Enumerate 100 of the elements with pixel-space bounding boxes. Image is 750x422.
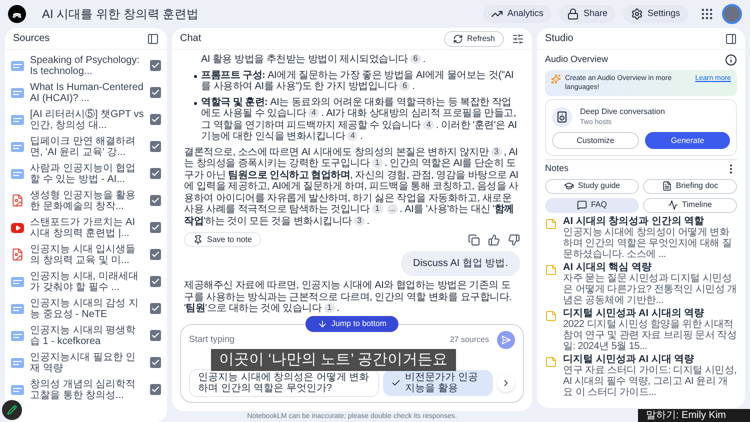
document-icon	[11, 168, 24, 178]
speaker-label: 말하기: Emily Kim	[638, 409, 750, 422]
source-title: 인공지능 시대 입시생들의 창의력 교육 및 미...	[30, 244, 137, 266]
panel-title: Sources	[13, 32, 50, 46]
video-icon	[11, 222, 24, 232]
generate-button[interactable]: Generate	[645, 132, 730, 149]
edit-button[interactable]	[2, 400, 22, 420]
avatar[interactable]	[722, 4, 742, 24]
toolbar-button[interactable]: Analytics	[483, 5, 552, 23]
note-item[interactable]: AI 시대의 창의성과 인간의 역할 인공지능 시대에 창의성이 어떻게 변화하며 인간의 역할은 무엇인지에 대해 질문하셨습니다. 소스에 ...	[545, 216, 737, 260]
panel-toggle-icon[interactable]	[725, 32, 737, 44]
note-preview: 인공지능 시대에 창의성이 어떻게 변화하며 인간의 역할은 무엇인지에 대해 질문하셨습니다. 소스에 ...	[563, 226, 733, 260]
checkbox[interactable]	[150, 87, 161, 98]
source-title: Speaking of Psychology: Is technolog...	[30, 54, 141, 76]
checkbox[interactable]	[150, 249, 161, 260]
pdf-icon	[11, 194, 24, 207]
panel-title: Studio	[545, 32, 574, 46]
source-item[interactable]: 인공지능 시대의 감성 지능 중요성 - NeTE	[11, 295, 161, 322]
note-icon	[545, 356, 557, 368]
checkbox[interactable]	[150, 357, 161, 368]
note-type-chip[interactable]: Timeline	[643, 198, 737, 212]
note-type-chip[interactable]: FAQ	[545, 198, 639, 212]
panel-title: Chat	[180, 32, 202, 46]
input-placeholder[interactable]: Start typing	[189, 333, 442, 347]
save-to-note-button[interactable]: Save to note	[184, 232, 261, 247]
check-icon	[391, 378, 401, 388]
source-title: What Is Human-Centered AI (HCAI)? ...	[30, 82, 144, 104]
refresh-button[interactable]: Refresh	[444, 30, 504, 46]
jump-to-bottom-button[interactable]: Jump to bottom	[305, 316, 399, 332]
thumbs-up-icon[interactable]	[488, 234, 500, 246]
suggestion-chip[interactable]: 비전문가가 인공지능을 활용	[383, 370, 493, 396]
source-item[interactable]: 생성형 인공지능을 활용한 문화예술의 창작...	[11, 187, 161, 214]
note-item[interactable]: 디지털 시민성과 AI 시대 역량 연구 자료 스터디 가이드: 디지털 시민성, AI 시대의 필수 역량, 그리고 AI 윤리 개요 이 스터디 가이드...	[545, 354, 737, 398]
source-title: 인공지능시대 필요한 인재 역량	[30, 352, 137, 374]
source-item[interactable]: 인공지능 시대, 미래세대가 갖춰야 할 필수 ...	[11, 268, 161, 295]
source-title: 인공지능 시대의 감성 지능 중요성 - NeTE	[30, 298, 140, 320]
toolbar-button[interactable]: Settings	[623, 5, 688, 23]
source-item[interactable]: 인공지능 시대의 평생학습 1 - kcefkorea	[11, 322, 161, 349]
source-title: 인공지능 시대의 평생학습 1 - kcefkorea	[30, 324, 137, 346]
source-count: 27 sources	[450, 334, 489, 346]
sparkle-icon	[551, 74, 561, 84]
customize-button[interactable]: Customize	[552, 132, 639, 149]
note-item[interactable]: AI 시대의 핵심 역량 자주 묻는 질문 시민성과 디지털 시민성은 어떻게 다른가요? 전통적인 시민성 개념은 공동체에 기반한...	[545, 262, 737, 306]
settings-sliders-icon[interactable]	[512, 32, 524, 44]
checkbox[interactable]	[150, 60, 161, 71]
thumbs-down-icon[interactable]	[508, 234, 520, 246]
checkbox[interactable]	[150, 384, 161, 395]
checkbox[interactable]	[150, 141, 161, 152]
checkbox[interactable]	[150, 222, 161, 233]
copy-icon[interactable]	[468, 234, 480, 246]
checkbox[interactable]	[150, 168, 161, 179]
lock-icon	[567, 8, 580, 20]
message-paragraph: 프롬프트 구성: AI에게 질문하는 가장 좋은 방법을 AI에게 물어보는 것("AI를 사용하여 AI를 사용")도 한 가지 방법입니다 6 .	[201, 70, 515, 92]
source-item[interactable]: 인공지능시대 필요한 인재 역량	[11, 349, 161, 376]
note-title: 디지털 시민성과 AI 시대의 역량	[563, 308, 706, 318]
apps-grid-icon[interactable]	[700, 7, 714, 21]
note-type-chip[interactable]: Briefing doc	[643, 178, 737, 194]
document-icon	[11, 384, 24, 394]
notebook-title: AI 시대를 위한 창의력 훈련법	[42, 6, 200, 23]
note-icon	[545, 310, 557, 322]
message-paragraph: 결론적으로, 소스에 따르면 AI 시대에도 창의성의 본질은 변하지 않지만 3 , AI는 창의성을 증폭시키는 강력한 도구입니다 1 . 인간의 역할은 AI를 단순히 도구가 아닌 팀원으로 인식하고 협업하며, 자신의 경험, 관점, 영감을 바탕으로 AI에 입력을 제공하고, AI에게 질문하게 하며, 피드백을 통해 코칭하고, 음성을 사용하여 아이디어를 자유롭게 발산하며, 하기 싫은 작업을 자동화하고, 새로운 사용 사례를 적극적으로 탐색하는 것입니다 1 ... . AI를 '사용'하는 대신 '함께 작업'하는 것이 모든 것을 변화시킵니다 3 .	[184, 146, 520, 227]
source-title: 딥페이크 만연 해결하려면, 'AI 윤리 교육' 강...	[30, 136, 137, 158]
source-title: 인공지능 시대, 미래세대가 갖춰야 할 필수 ...	[30, 270, 140, 292]
toolbar-button[interactable]: Share	[559, 5, 616, 23]
source-item[interactable]: 사람과 인공지능이 협업할 수 있는 방법 - AI...	[11, 160, 161, 187]
note-preview: 2022 디지털 시민성 함양을 위한 시대적 참여 연구 및 관련 자료 브리핑 문서 작성일: 2024년 5월 15...	[563, 318, 737, 352]
note-icon	[545, 264, 557, 276]
note-title: AI 시대의 창의성과 인간의 역할	[563, 216, 706, 226]
note-type-chip[interactable]: Study guide	[545, 178, 639, 194]
checkbox[interactable]	[150, 303, 161, 314]
panel-toggle-icon[interactable]	[147, 32, 159, 44]
section-title: Notes	[545, 162, 569, 175]
note-icon	[545, 218, 557, 230]
source-item[interactable]: What Is Human-Centered AI (HCAI)? ...	[11, 79, 161, 106]
speaker-icon	[552, 106, 572, 127]
document-icon	[11, 142, 24, 152]
source-item[interactable]: 스탠포드가 가르치는 AI시대 창의력 훈련법 |...	[11, 214, 161, 241]
line-chart-icon	[668, 200, 678, 210]
source-item[interactable]: 인공지능 시대 입시생들의 창의력 교육 및 미...	[11, 241, 161, 268]
send-button[interactable]	[497, 331, 515, 349]
note-preview: 연구 자료 스터디 가이드: 디지털 시민성, AI 시대의 필수 역량, 그리고 AI 윤리 개요 이 스터디 가이드...	[563, 364, 737, 398]
checkbox[interactable]	[150, 276, 161, 287]
checkbox[interactable]	[150, 114, 161, 125]
source-title: [AI 리터러시⑤] 챗GPT vs 인간, 창의성 대...	[30, 108, 144, 130]
source-item[interactable]: 딥페이크 만연 해결하려면, 'AI 윤리 교육' 강...	[11, 133, 161, 160]
checkbox[interactable]	[150, 330, 161, 341]
source-item[interactable]: 창의성 개념의 심리학적 고찰을 통한 창의성...	[11, 376, 161, 403]
checkbox[interactable]	[150, 195, 161, 206]
note-item[interactable]: 디지털 시민성과 AI 시대의 역량 2022 디지털 시민성 함양을 위한 시대적 참여 연구 및 관련 자료 브리핑 문서 작성일: 2024년 5월 15...	[545, 308, 737, 352]
source-item[interactable]: Speaking of Psychology: Is technolog...	[11, 52, 161, 79]
document-icon	[11, 88, 24, 98]
refresh-icon	[452, 34, 463, 44]
document-icon	[11, 330, 24, 340]
note-preview: 자주 묻는 질문 시민성과 디지털 시민성은 어떻게 다른가요? 전통적인 시민성 개념은 공동체에 기반한...	[563, 272, 737, 306]
message-paragraph: 역할극 및 훈련: AI는 동료와의 어려운 대화를 역할극하는 등 복잡한 작업에도 사용될 수 있습니다 4 . AI가 대화 상대방의 심리적 프로필을 만들고, 그 역할을 연기하며 피드백까지 제공할 수 있습니다 4 . 이러한 '훈련'은 AI 기능에 대한 인식을 변화시킵니다 4 .	[201, 96, 518, 142]
logo-icon	[8, 5, 26, 23]
source-item[interactable]: [AI 리터러시⑤] 챗GPT vs 인간, 창의성 대...	[11, 106, 161, 133]
note-title: AI 시대의 핵심 역량	[563, 262, 652, 272]
info-icon[interactable]	[725, 54, 737, 66]
settings-icon	[631, 8, 644, 20]
